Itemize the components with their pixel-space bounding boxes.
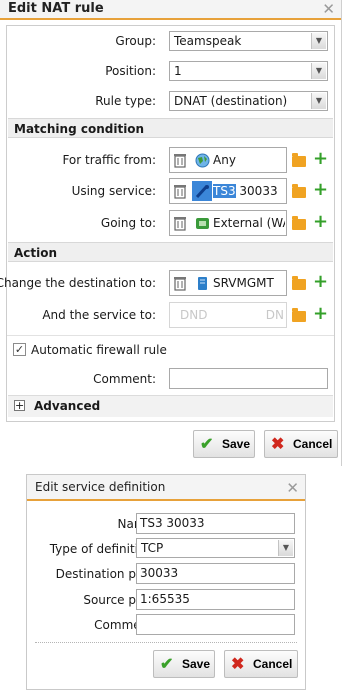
chevron-down-icon: ▼ [311,93,326,109]
service-titlebar: Edit service definition ✕ [27,475,305,501]
service-icon [195,184,209,199]
save-button[interactable]: ✔ Save [193,430,255,458]
service-to-label: And the service to: [42,308,156,322]
comment-input[interactable] [169,368,328,389]
service-to-placeholder-left: DND [180,308,208,322]
edit-nat-rule-dialog: Edit NAT rule ✕ Group: Teamspeak ▼ Posit… [0,0,342,466]
source-port-input[interactable]: 1:65535 [136,589,295,610]
folder-icon[interactable] [292,184,306,198]
server-icon [198,277,207,290]
save-button[interactable]: ✔ Save [153,650,215,678]
action-header: Action [8,242,333,262]
nat-form: Group: Teamspeak ▼ Position: 1 ▼ Rule ty… [0,25,335,422]
service-to-field[interactable]: DND DN [169,302,287,328]
destination-port-value: 30033 [140,566,179,580]
advanced-label: Advanced [34,399,101,413]
separator [35,642,297,643]
cancel-button[interactable]: ✖ Cancel [264,430,338,458]
rule-type-select[interactable]: DNAT (destination) ▼ [169,91,328,111]
service-to-placeholder-right: DN [265,308,284,322]
plus-icon[interactable]: + [313,213,328,231]
dialog-title: Edit service definition [35,480,166,494]
group-row: Group: Teamspeak ▼ [7,30,334,56]
save-label: Save [182,657,211,671]
folder-icon[interactable] [292,153,306,167]
trash-icon[interactable] [173,153,187,168]
auto-firewall-checkbox[interactable]: ✓ [13,343,26,356]
trash-icon[interactable] [173,276,187,291]
position-row: Position: 1 ▼ [7,60,334,86]
comment-input[interactable] [136,614,295,635]
going-to-value: External (WAN [213,216,285,230]
check-icon: ✔ [160,656,174,673]
x-icon: ✖ [231,656,245,673]
change-destination-value: SRVMGMT [213,276,274,290]
traffic-from-label: For traffic from: [62,153,156,167]
folder-icon[interactable] [292,308,306,322]
plus-icon[interactable]: + [313,273,328,291]
x-icon: ✖ [271,436,285,453]
network-icon [196,218,209,229]
chevron-down-icon: ▼ [311,63,326,79]
globe-icon [195,153,210,168]
group-select[interactable]: Teamspeak ▼ [169,31,328,51]
auto-firewall-label: Automatic firewall rule [31,343,167,357]
folder-icon[interactable] [292,276,306,290]
trash-icon[interactable] [173,184,187,199]
close-icon[interactable]: ✕ [322,0,335,18]
using-service-value: TS3 30033 [213,184,278,198]
save-label: Save [222,437,251,451]
change-destination-field[interactable]: SRVMGMT [169,270,287,296]
using-service-label: Using service: [71,184,156,198]
going-to-field[interactable]: External (WAN [169,210,287,236]
type-value: TCP [141,541,164,555]
folder-icon[interactable] [292,216,306,230]
cancel-label: Cancel [293,437,333,451]
using-service-field[interactable]: TS3 30033 [169,178,287,204]
rule-type-value: DNAT (destination) [174,94,288,108]
plus-icon[interactable]: + [313,305,328,323]
source-port-value: 1:65535 [140,592,190,606]
trash-icon[interactable] [173,216,187,231]
name-input[interactable]: TS3 30033 [136,513,295,534]
check-icon: ✔ [200,436,214,453]
using-service-selected-text: TS3 [213,184,236,198]
going-to-label: Going to: [100,216,156,230]
close-icon[interactable]: ✕ [286,479,299,497]
using-service-rest-text: 30033 [235,184,278,198]
edit-service-definition-dialog: Edit service definition ✕ Name: TS3 3003… [26,474,306,690]
traffic-from-field[interactable]: Any [169,147,287,173]
position-select[interactable]: 1 ▼ [169,61,328,81]
cancel-button[interactable]: ✖ Cancel [224,650,298,678]
matching-condition-header: Matching condition [8,118,333,138]
comment-label: Comment: [93,372,156,386]
chevron-down-icon: ▼ [278,540,293,556]
traffic-from-value: Any [213,153,236,167]
chevron-down-icon: ▼ [311,33,326,49]
plus-icon[interactable]: + [313,181,328,199]
group-value: Teamspeak [174,34,242,48]
position-value: 1 [174,64,182,78]
type-select[interactable]: TCP ▼ [136,538,295,558]
destination-port-input[interactable]: 30033 [136,563,295,584]
separator [7,335,334,336]
cancel-label: Cancel [253,657,293,671]
expand-icon[interactable]: + [14,400,25,411]
plus-icon[interactable]: + [313,150,328,168]
nat-titlebar: Edit NAT rule ✕ [0,0,341,20]
rule-type-label: Rule type: [95,94,156,108]
dialog-title: Edit NAT rule [8,1,104,16]
position-label: Position: [105,64,156,78]
change-destination-label: Change the destination to: [0,276,156,290]
rule-type-row: Rule type: DNAT (destination) ▼ [7,90,334,116]
name-value: TS3 30033 [140,516,205,530]
group-label: Group: [115,34,156,48]
advanced-section[interactable]: + Advanced [8,395,333,417]
